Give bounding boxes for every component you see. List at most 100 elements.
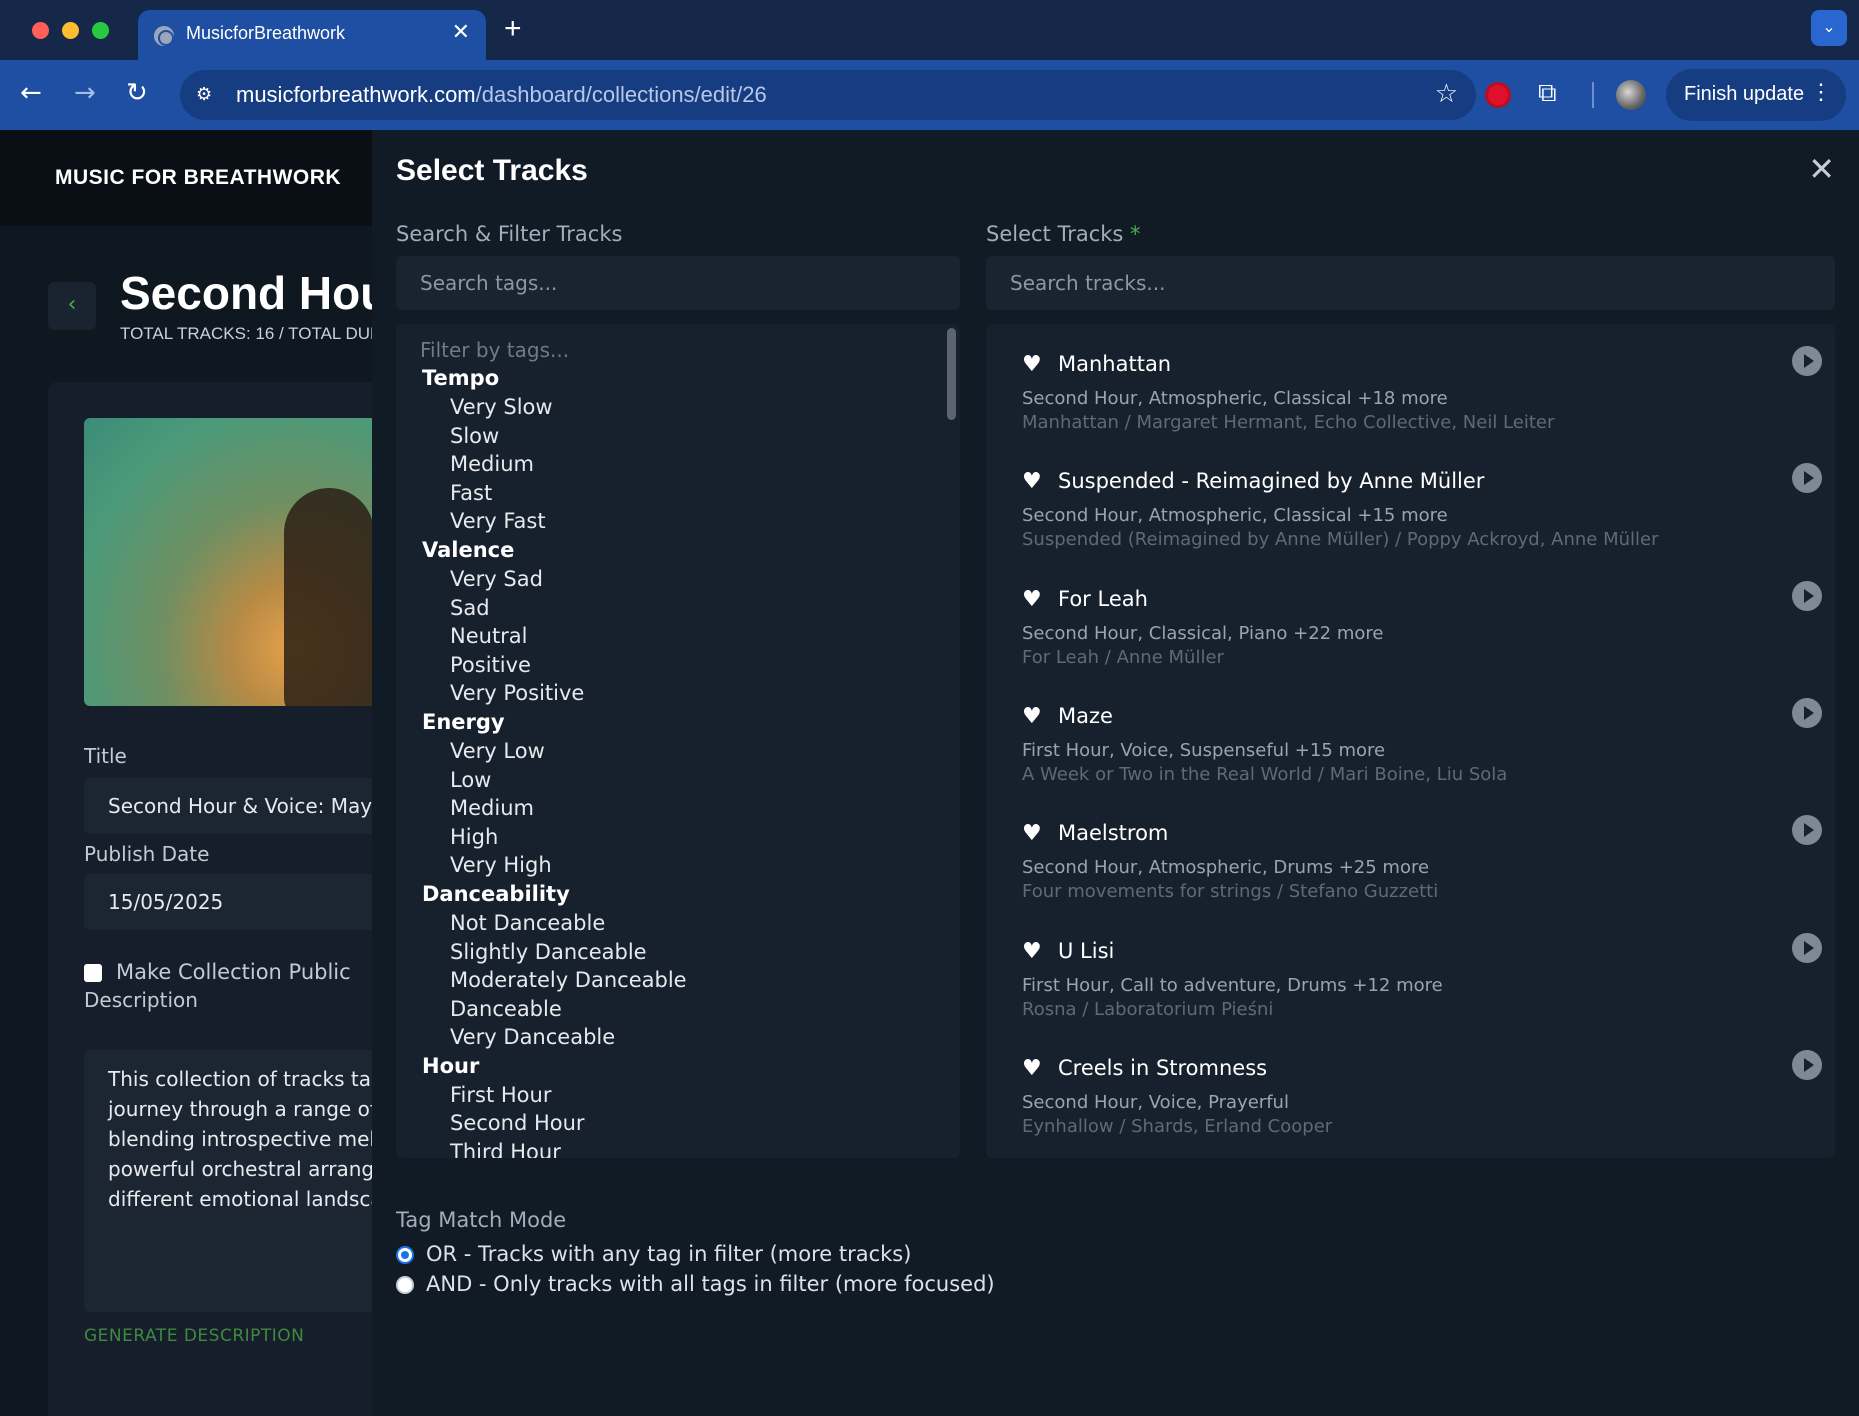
reload-icon[interactable]: ↻ [126,78,148,108]
track-tags: Second Hour, Voice, Prayerful [1022,1091,1289,1113]
search-tracks-input[interactable]: Search tracks... [986,256,1835,310]
record-extension-icon[interactable] [1488,85,1508,105]
track-row[interactable]: ♥ For Leah Second Hour, Classical, Piano +… [1022,580,1822,703]
mode-and-radio[interactable] [396,1276,414,1294]
filter-option[interactable]: Positive [420,651,940,680]
filter-option[interactable]: Slow [420,422,940,451]
play-icon[interactable] [1792,1049,1822,1080]
filter-group-hour: Hour [422,1053,480,1078]
track-row[interactable]: ♥ Creels in Stromness Second Hour, Voice, … [1022,1049,1822,1158]
bookmark-star-icon[interactable]: ☆ [1435,79,1458,109]
mode-or-label[interactable]: OR - Tracks with any tag in filter (more… [426,1242,911,1266]
filter-option[interactable]: First Hour [420,1081,940,1110]
track-album-artist: Eynhallow / Shards, Erland Cooper [1022,1115,1333,1137]
filter-option[interactable]: Very Low [420,737,940,766]
play-icon[interactable] [1792,932,1822,963]
finish-update-label: Finish update [1684,83,1805,105]
filter-option[interactable]: Medium [420,794,940,823]
filter-option[interactable]: Very Positive [420,679,940,708]
track-album-artist: For Leah / Anne Müller [1022,646,1224,668]
filter-option[interactable]: Low [420,766,940,795]
url-path: /dashboard/collections/edit/26 [475,82,767,107]
finish-update-button[interactable]: Finish update ⋮ [1666,69,1846,121]
new-tab-button[interactable]: + [504,12,522,46]
maximize-window-button[interactable] [92,22,109,39]
track-row[interactable]: ♥ Maze First Hour, Voice, Suspenseful +15 … [1022,697,1822,820]
address-bar[interactable]: ⚙ musicforbreathwork.com/dashboard/colle… [180,70,1476,120]
track-row[interactable]: ♥ Suspended - Reimagined by Anne Müller Se… [1022,463,1822,585]
back-button[interactable]: ‹ [48,282,96,330]
filter-option[interactable]: Very Fast [420,507,940,536]
filter-option[interactable]: Not Danceable [420,909,940,938]
filter-option[interactable]: Neutral [420,622,940,651]
track-row[interactable]: ♥ Manhattan Second Hour, Atmospheric, Clas… [1022,346,1822,468]
url-text[interactable]: musicforbreathwork.com/dashboard/collect… [236,82,767,108]
heart-icon[interactable]: ♥ [1022,939,1042,964]
back-arrow-icon[interactable]: ← [20,78,42,108]
search-tags-input[interactable]: Search tags... [396,256,960,310]
filter-option[interactable]: Sad [420,594,940,623]
filter-option[interactable]: Medium [420,450,940,479]
filter-option[interactable]: Fast [420,479,940,508]
heart-icon[interactable]: ♥ [1022,352,1042,377]
site-settings-icon[interactable]: ⚙ [196,84,220,106]
generate-description-button[interactable]: GENERATE DESCRIPTION [84,1326,304,1346]
tag-filter-listbox[interactable]: Filter by tags... Tempo Very Slow Slow Medi… [396,324,960,1158]
track-name: Manhattan [1058,352,1172,376]
toolbar-divider [1592,82,1594,108]
mode-and-label[interactable]: AND - Only tracks with all tags in filte… [426,1272,995,1296]
filter-option[interactable]: Danceable [420,995,940,1024]
forward-arrow-icon[interactable]: → [74,78,96,108]
track-name: Creels in Stromness [1058,1055,1268,1080]
heart-icon[interactable]: ♥ [1022,469,1042,494]
filter-option[interactable]: Very Sad [420,565,940,594]
filter-option[interactable]: Second Hour [420,1109,940,1138]
track-album-artist: Four movements for strings / Stefano Guz… [1022,881,1439,903]
close-icon[interactable]: ✕ [1808,150,1835,188]
play-icon[interactable] [1792,697,1822,728]
filter-option[interactable]: Very Danceable [420,1023,940,1052]
title-label: Title [84,744,127,768]
brand-logo[interactable]: MUSIC FOR BREATHWORK [55,166,341,190]
track-name: U Lisi [1058,938,1115,963]
modal-title: Select Tracks [396,154,588,187]
track-row[interactable]: ♥ U Lisi First Hour, Call to adventure, Dr… [1022,932,1822,1055]
heart-icon[interactable]: ♥ [1022,821,1042,846]
filter-option[interactable]: Third Hour [420,1138,940,1158]
title-input[interactable]: Second Hour & Voice: May Collection [84,778,477,834]
tab-search-dropdown-icon[interactable]: ⌄ [1811,10,1847,46]
browser-menu-icon[interactable]: ⋮ [1810,79,1832,105]
filter-group-valence: Valence [422,537,515,562]
play-icon[interactable] [1792,463,1822,494]
filter-option[interactable]: Very Slow [420,393,940,422]
heart-icon[interactable]: ♥ [1022,587,1042,612]
heart-icon[interactable]: ♥ [1022,704,1042,729]
filter-option[interactable]: Moderately Danceable [420,966,940,995]
heart-icon[interactable]: ♥ [1022,1056,1042,1081]
filter-scrollbar[interactable] [947,328,956,420]
description-label: Description [84,988,198,1012]
extensions-puzzle-icon[interactable]: ⧉ [1538,78,1557,109]
track-tags: First Hour, Voice, Suspenseful +15 more [1022,739,1386,761]
play-icon[interactable] [1792,815,1822,846]
collection-cover-image[interactable] [84,418,384,706]
close-window-button[interactable] [32,22,49,39]
filter-option[interactable]: Slightly Danceable [420,938,940,967]
play-icon[interactable] [1792,346,1822,376]
track-tags: First Hour, Call to adventure, Drums +12… [1022,974,1443,996]
filter-option[interactable]: High [420,823,940,852]
description-textarea[interactable]: This collection of tracks takes you on a… [84,1050,384,1312]
minimize-window-button[interactable] [62,22,79,39]
cover-silhouette [284,488,374,706]
filter-option[interactable]: Very High [420,851,940,880]
publish-date-input[interactable]: 15/05/2025 [84,874,384,930]
browser-tab[interactable]: MusicforBreathwork ✕ [138,10,486,60]
play-icon[interactable] [1792,580,1822,611]
make-public-checkbox[interactable] [84,964,102,982]
mode-or-radio[interactable] [396,1246,414,1264]
tab-close-icon[interactable]: ✕ [452,20,470,45]
track-row[interactable]: ♥ Maelstrom Second Hour, Atmospheric, Drum… [1022,815,1822,937]
make-public-label[interactable]: Make Collection Public [116,960,351,984]
profile-avatar[interactable] [1616,80,1646,110]
track-album-artist: A Week or Two in the Real World / Mari B… [1022,763,1508,785]
